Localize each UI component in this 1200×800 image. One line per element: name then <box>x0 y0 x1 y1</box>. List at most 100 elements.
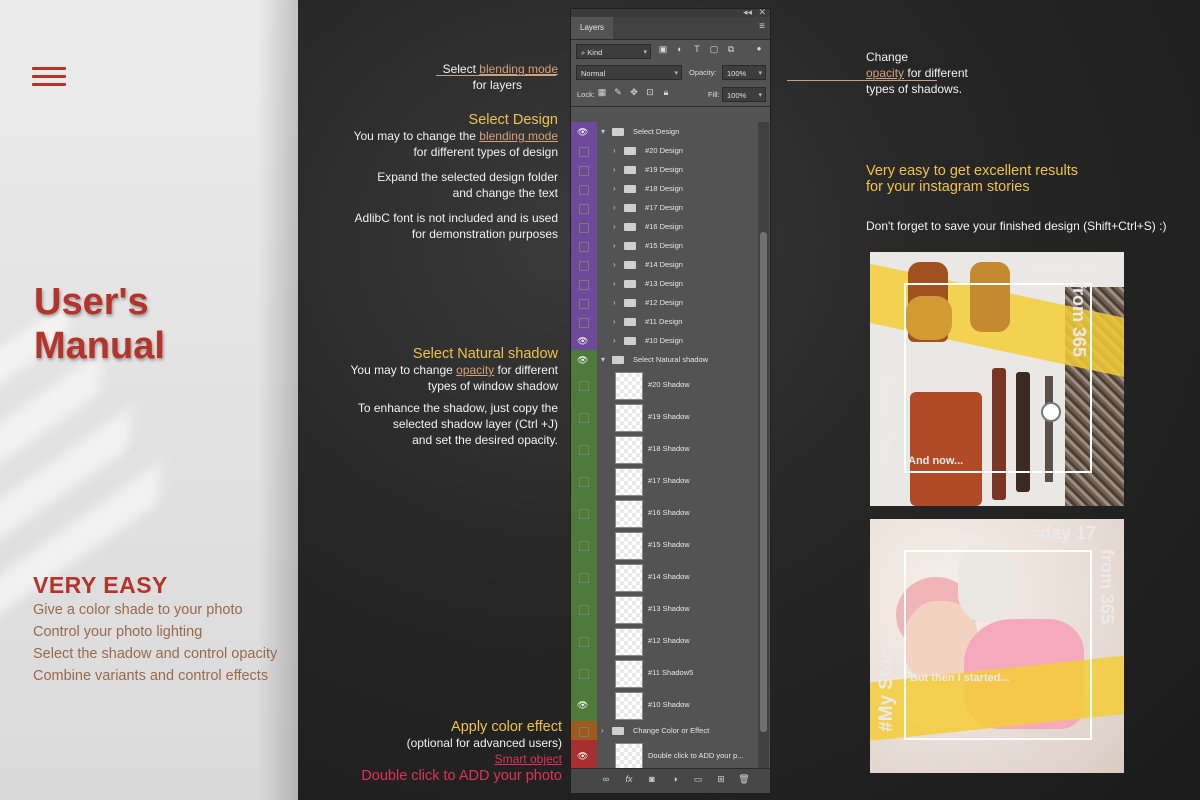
layer-color-tag[interactable]: 👁︎ <box>571 350 597 369</box>
layer-color-tag[interactable]: 👁︎ <box>571 331 597 350</box>
layer-group-row[interactable]: › #17 Design <box>571 198 759 218</box>
eye-icon[interactable]: 👁︎ <box>577 127 588 138</box>
layer-color-tag[interactable] <box>571 529 597 561</box>
visibility-toggle[interactable] <box>579 605 589 615</box>
opacity-input[interactable]: 100% ▾ <box>722 65 766 80</box>
layer-row[interactable]: #12 Shadow <box>571 625 759 658</box>
layer-group-row[interactable]: › Change Color or Effect <box>571 721 759 741</box>
layer-row[interactable]: #11 Shadow5 <box>571 657 759 690</box>
delete-layer-icon[interactable]: 🗑︎ <box>737 774 751 785</box>
hamburger-menu-icon[interactable] <box>32 67 66 89</box>
visibility-toggle[interactable] <box>579 222 589 233</box>
text-filter-icon[interactable]: T <box>691 44 703 54</box>
layer-row[interactable]: #17 Shadow <box>571 465 759 498</box>
layer-group-row[interactable]: 👁︎ ▾ Select Natural shadow <box>571 350 759 370</box>
eye-icon[interactable]: 👁︎ <box>577 700 588 711</box>
layer-color-tag[interactable] <box>571 236 597 255</box>
eye-icon[interactable]: 👁︎ <box>577 355 588 366</box>
layer-row[interactable]: #14 Shadow <box>571 561 759 594</box>
layer-row[interactable]: #13 Shadow <box>571 593 759 626</box>
chevron-down-icon[interactable]: ▾ <box>601 355 605 364</box>
visibility-toggle[interactable] <box>579 317 589 328</box>
chevron-right-icon[interactable]: › <box>601 726 604 735</box>
visibility-toggle[interactable] <box>579 573 589 583</box>
chevron-right-icon[interactable]: › <box>613 222 616 231</box>
chevron-down-icon[interactable]: ▾ <box>601 127 605 136</box>
layer-row[interactable]: #18 Shadow <box>571 433 759 466</box>
adjustment-layer-icon[interactable]: ◑ <box>668 774 682 784</box>
visibility-toggle[interactable] <box>579 279 589 290</box>
visibility-toggle[interactable] <box>579 413 589 423</box>
layer-row[interactable]: 👁︎ #10 Shadow <box>571 689 759 722</box>
layer-group-row[interactable]: › #13 Design <box>571 274 759 294</box>
eye-icon[interactable]: 👁︎ <box>577 751 588 762</box>
filter-toggle-icon[interactable]: ● <box>753 44 765 53</box>
lock-artboard-icon[interactable]: ⊡ <box>644 87 656 98</box>
visibility-toggle[interactable] <box>579 669 589 679</box>
adjustment-filter-icon[interactable]: ◐ <box>674 44 686 54</box>
layer-group-row[interactable]: › #18 Design <box>571 179 759 199</box>
layer-color-tag[interactable] <box>571 198 597 217</box>
layer-color-tag[interactable] <box>571 465 597 497</box>
chevron-right-icon[interactable]: › <box>613 317 616 326</box>
visibility-toggle[interactable] <box>579 146 589 157</box>
layer-color-tag[interactable] <box>571 217 597 236</box>
layer-group-row[interactable]: › #11 Design <box>571 312 759 332</box>
layer-color-tag[interactable] <box>571 312 597 331</box>
panel-menu-icon[interactable]: ≡ <box>759 21 765 32</box>
visibility-toggle[interactable] <box>579 298 589 309</box>
visibility-toggle[interactable] <box>579 541 589 551</box>
layer-group-row[interactable]: › #14 Design <box>571 255 759 275</box>
layer-color-tag[interactable] <box>571 561 597 593</box>
visibility-toggle[interactable] <box>579 637 589 647</box>
layer-color-tag[interactable]: 👁︎ <box>571 122 597 141</box>
visibility-toggle[interactable] <box>579 477 589 487</box>
add-mask-icon[interactable]: ◙ <box>645 774 659 784</box>
visibility-toggle[interactable] <box>579 203 589 214</box>
tab-layers[interactable]: Layers <box>571 17 614 39</box>
kind-filter-select[interactable]: ⌕ Kind ▾ <box>576 44 651 59</box>
visibility-toggle[interactable] <box>579 381 589 391</box>
layer-group-row[interactable]: › #19 Design <box>571 160 759 180</box>
chevron-right-icon[interactable]: › <box>613 336 616 345</box>
layer-color-tag[interactable] <box>571 593 597 625</box>
blend-mode-select[interactable]: Normal ▾ <box>576 65 682 80</box>
layer-group-row[interactable]: › #15 Design <box>571 236 759 256</box>
eye-icon[interactable]: 👁︎ <box>577 336 588 347</box>
layer-color-tag[interactable] <box>571 721 597 740</box>
layer-color-tag[interactable]: 👁︎ <box>571 689 597 721</box>
layer-row[interactable]: #20 Shadow <box>571 369 759 402</box>
layer-color-tag[interactable] <box>571 179 597 198</box>
layer-group-row[interactable]: › #16 Design <box>571 217 759 237</box>
layer-color-tag[interactable] <box>571 433 597 465</box>
lock-move-icon[interactable]: ✥ <box>628 87 640 98</box>
visibility-toggle[interactable] <box>579 726 589 737</box>
shape-filter-icon[interactable]: ▢ <box>708 44 720 55</box>
layers-list[interactable]: 👁︎ ▾ Select Design › #20 Design › #19 Design › #… <box>571 122 759 772</box>
scrollbar-thumb[interactable] <box>760 232 767 732</box>
visibility-toggle[interactable] <box>579 260 589 271</box>
layer-color-tag[interactable] <box>571 401 597 433</box>
layer-color-tag[interactable] <box>571 497 597 529</box>
layer-group-row[interactable]: › #20 Design <box>571 141 759 161</box>
new-layer-icon[interactable]: ⊞ <box>714 774 728 785</box>
new-group-icon[interactable]: ▭ <box>691 774 705 785</box>
chevron-right-icon[interactable]: › <box>613 241 616 250</box>
lock-pixels-icon[interactable]: ▦ <box>596 87 608 98</box>
layer-group-row[interactable]: › #12 Design <box>571 293 759 313</box>
chevron-right-icon[interactable]: › <box>613 184 616 193</box>
visibility-toggle[interactable] <box>579 165 589 176</box>
chevron-right-icon[interactable]: › <box>613 298 616 307</box>
visibility-toggle[interactable] <box>579 445 589 455</box>
image-filter-icon[interactable]: ▣ <box>657 44 669 55</box>
layer-color-tag[interactable] <box>571 274 597 293</box>
lock-all-icon[interactable]: 🔒︎ <box>660 87 672 98</box>
layer-group-row[interactable]: 👁︎ › #10 Design <box>571 331 759 351</box>
chevron-right-icon[interactable]: › <box>613 203 616 212</box>
fill-input[interactable]: 100% ▾ <box>722 87 766 102</box>
chevron-right-icon[interactable]: › <box>613 165 616 174</box>
chevron-right-icon[interactable]: › <box>613 146 616 155</box>
layer-row[interactable]: #16 Shadow <box>571 497 759 530</box>
chevron-right-icon[interactable]: › <box>613 260 616 269</box>
layer-color-tag[interactable] <box>571 255 597 274</box>
